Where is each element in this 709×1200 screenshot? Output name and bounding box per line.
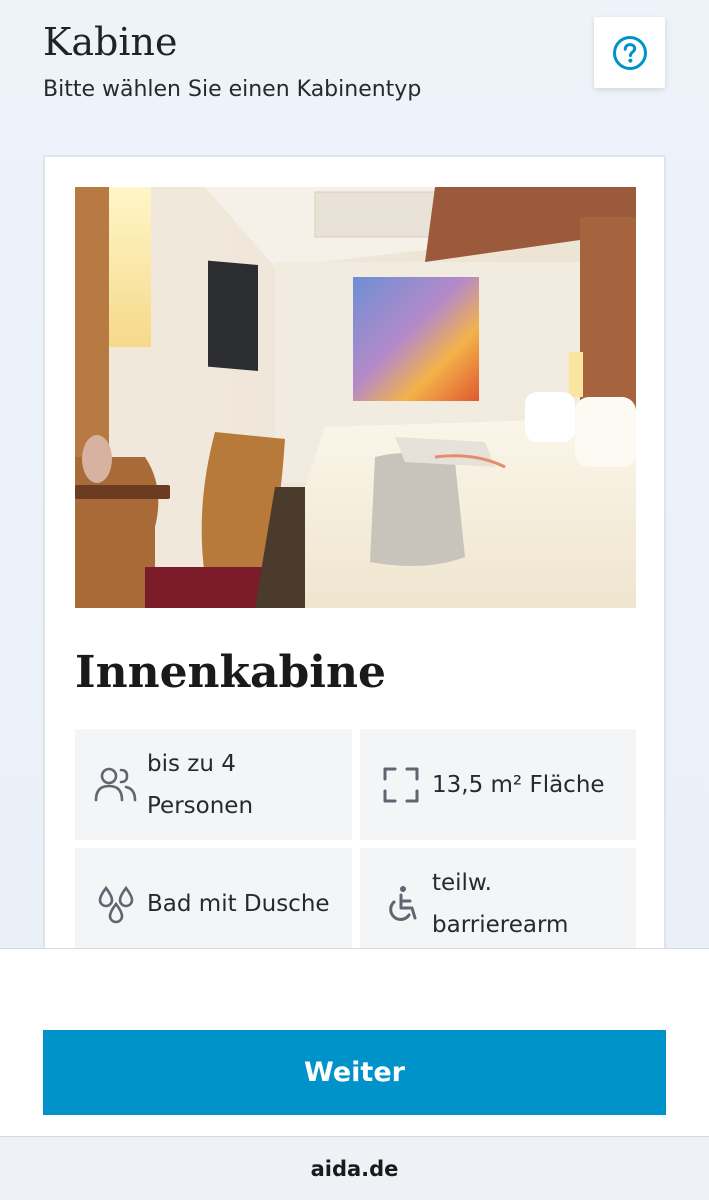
feature-persons-line1: bis zu 4: [147, 750, 236, 777]
question-circle-icon: [612, 35, 647, 70]
feature-accessibility-line2: barrierearm: [432, 911, 569, 938]
feature-accessibility: teilw. barrierearm: [360, 848, 636, 959]
feature-persons: bis zu 4 Personen: [75, 729, 352, 840]
page-title: Kabine: [43, 20, 178, 64]
feature-area-text: 13,5 m² Fläche: [432, 771, 605, 798]
area-frame-icon: [383, 767, 419, 802]
page-header: Kabine Bitte wählen Sie einen Kabinentyp: [43, 18, 643, 106]
url-text: aida.de: [310, 1156, 399, 1181]
cabin-card[interactable]: Innenkabine bis zu 4 Personen 13,5 m² Fl…: [43, 155, 666, 975]
page-subtitle: Bitte wählen Sie einen Kabinentyp: [43, 77, 422, 102]
water-drops-icon: [98, 885, 134, 923]
feature-accessibility-line1: teilw.: [432, 869, 492, 896]
feature-bath: Bad mit Dusche: [75, 848, 352, 959]
help-button[interactable]: [594, 17, 665, 88]
continue-button[interactable]: Weiter: [43, 1030, 666, 1115]
bottom-action-bar: Weiter: [0, 948, 709, 1136]
feature-bath-text: Bad mit Dusche: [147, 890, 330, 917]
cabin-photo: [75, 187, 636, 608]
feature-area: 13,5 m² Fläche: [360, 729, 636, 840]
browser-url-bar[interactable]: aida.de: [0, 1136, 709, 1200]
persons-icon: [94, 767, 137, 801]
feature-persons-line2: Personen: [147, 792, 254, 819]
wheelchair-icon: [389, 885, 417, 921]
cabin-name: Innenkabine: [75, 647, 387, 698]
